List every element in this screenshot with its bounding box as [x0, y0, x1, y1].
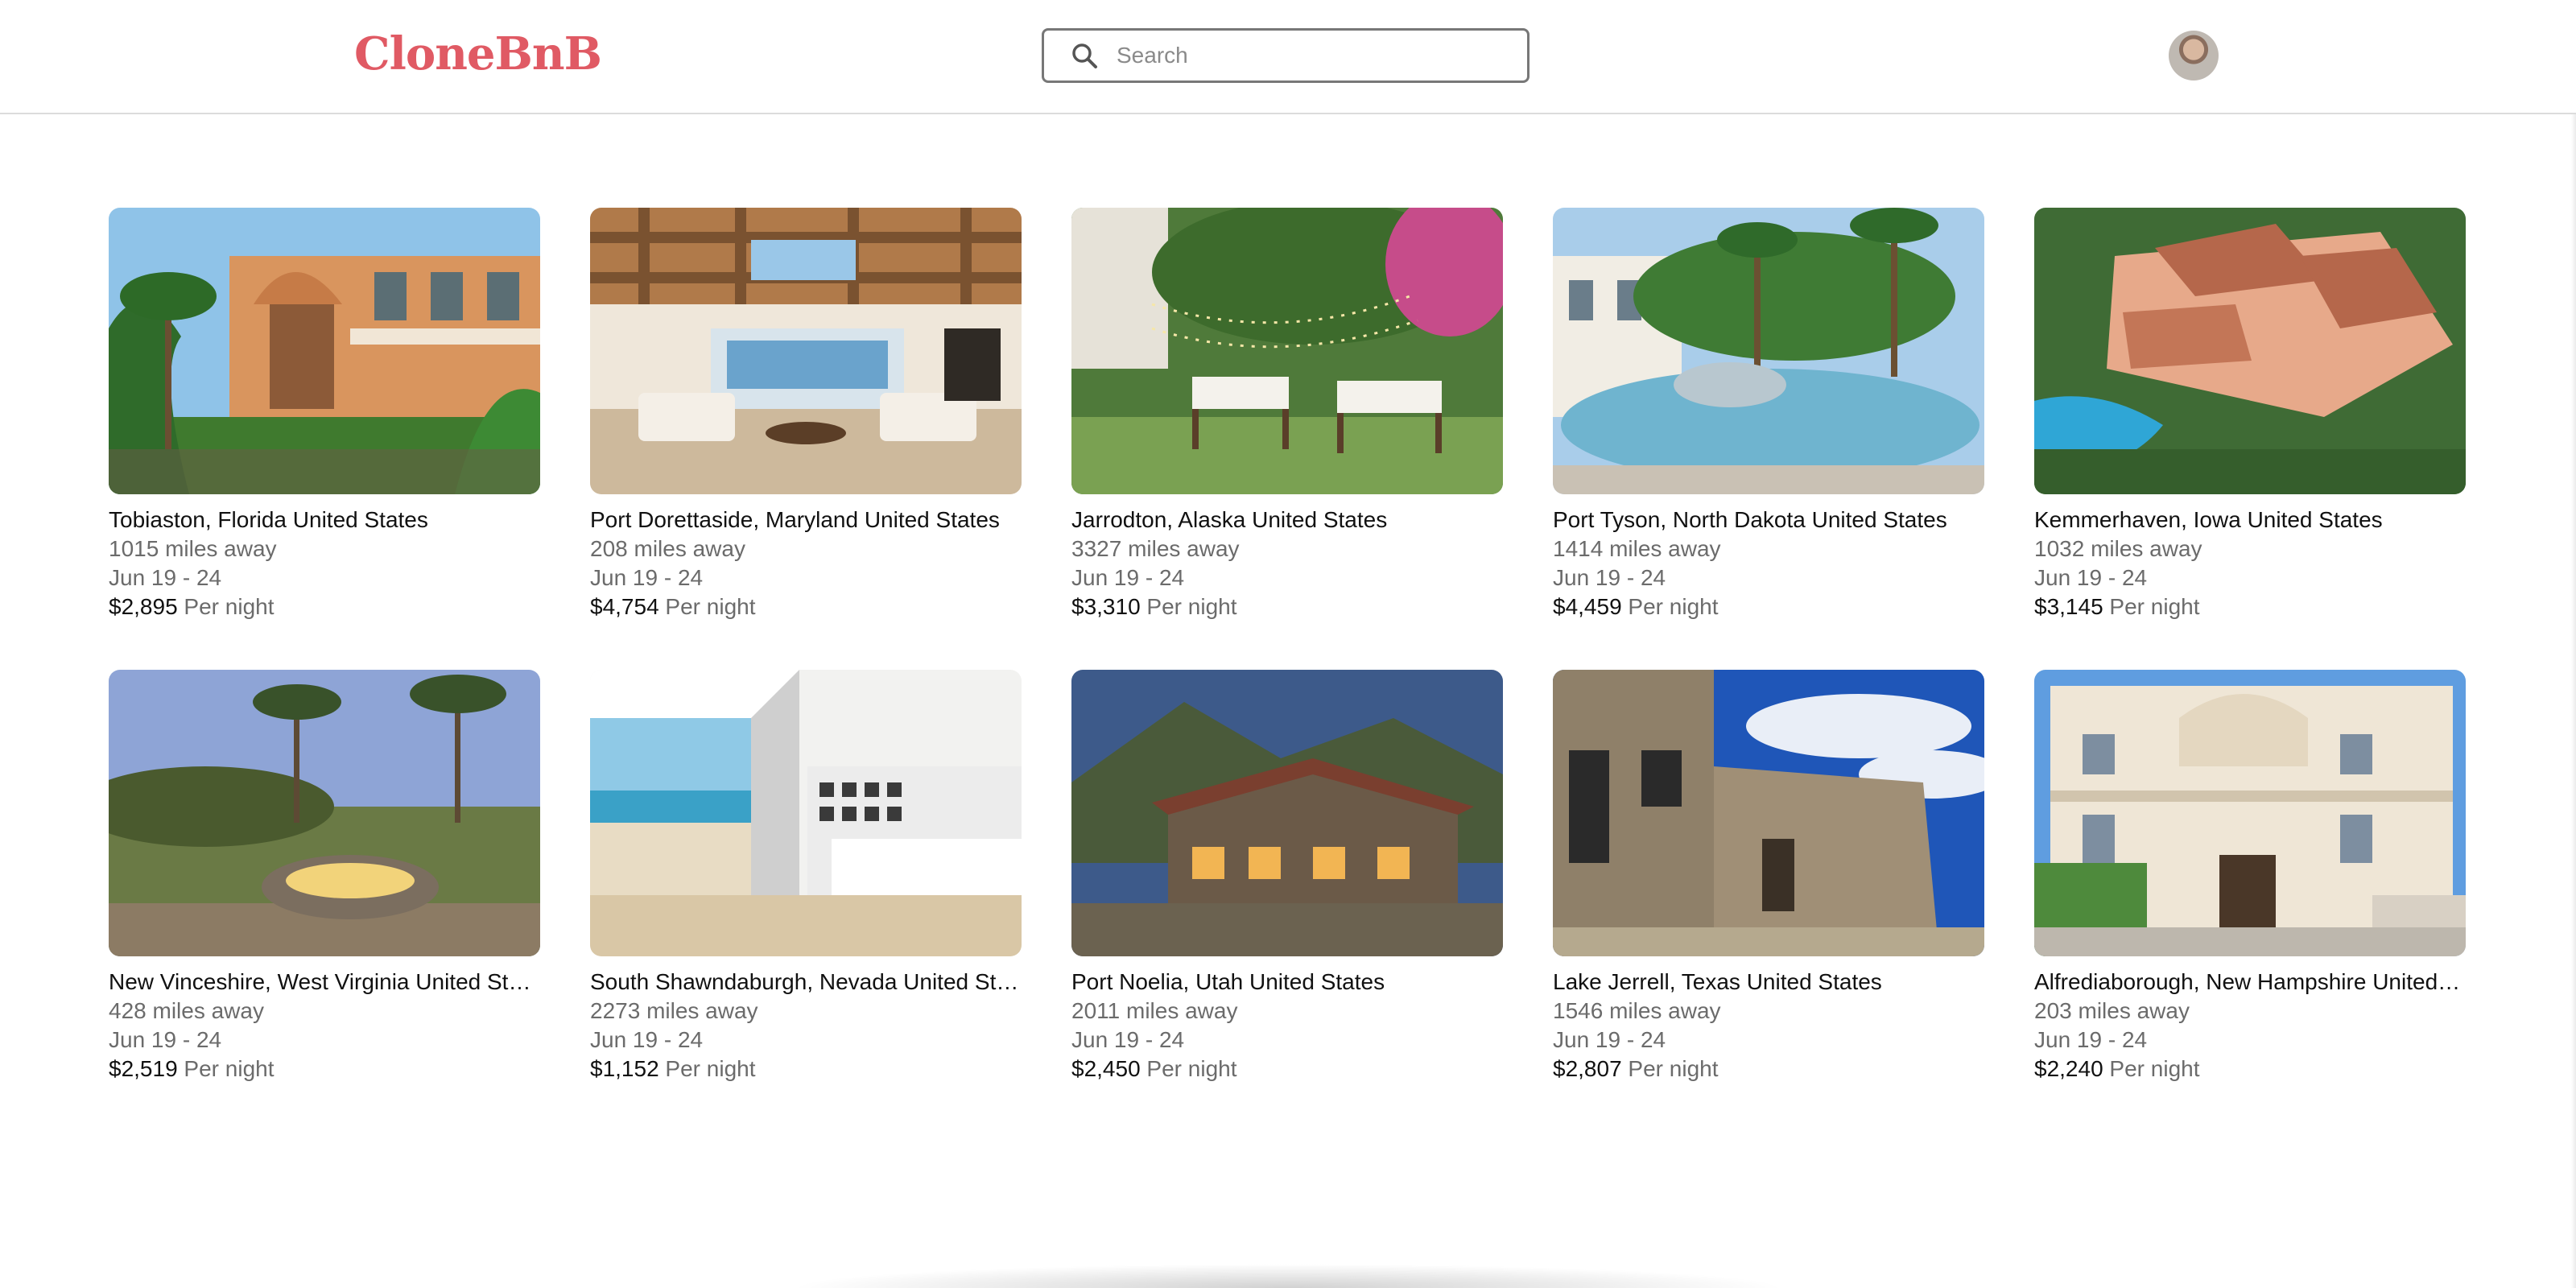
listing-distance: 2273 miles away	[590, 998, 758, 1023]
listing-card[interactable]: Port Tyson, North Dakota United States 1…	[1553, 208, 1984, 623]
listing-card[interactable]: Tobiaston, Florida United States 1015 mi…	[109, 208, 540, 623]
listing-card[interactable]: Jarrodton, Alaska United States 3327 mil…	[1071, 208, 1503, 623]
listing-photo[interactable]	[109, 208, 540, 494]
listing-price-unit: Per night	[665, 1056, 756, 1081]
listing-distance: 2011 miles away	[1071, 998, 1238, 1023]
listing-grid: Tobiaston, Florida United States 1015 mi…	[109, 208, 2466, 1085]
listing-photo[interactable]	[590, 208, 1022, 494]
listing-price-unit: Per night	[1628, 594, 1719, 619]
listing-photo[interactable]	[109, 670, 540, 956]
listing-dates: Jun 19 - 24	[2034, 1027, 2148, 1052]
listing-distance: 1015 miles away	[109, 536, 277, 561]
listing-distance: 1032 miles away	[2034, 536, 2202, 561]
listing-price-unit: Per night	[665, 594, 756, 619]
listing-location: Jarrodton, Alaska United States	[1071, 507, 1388, 532]
listing-price: $2,807	[1553, 1056, 1622, 1081]
listing-price-unit: Per night	[2109, 594, 2200, 619]
listing-photo[interactable]	[1553, 670, 1984, 956]
listing-distance: 1546 miles away	[1553, 998, 1721, 1023]
listing-price-line: $4,459 Per night	[1553, 592, 1984, 621]
listing-card[interactable]: Port Noelia, Utah United States 2011 mil…	[1071, 670, 1503, 1085]
listing-dates: Jun 19 - 24	[1553, 1027, 1666, 1052]
listing-price-line: $2,807 Per night	[1553, 1055, 1984, 1084]
listing-price-unit: Per night	[1146, 1056, 1237, 1081]
app-logo[interactable]: CloneBnB	[354, 27, 602, 80]
listing-photo[interactable]	[1553, 208, 1984, 494]
listing-dates: Jun 19 - 24	[109, 565, 222, 590]
listing-price: $2,450	[1071, 1056, 1141, 1081]
listing-card[interactable]: Alfrediaborough, New Hampshire United St…	[2034, 670, 2466, 1085]
listing-price: $1,152	[590, 1056, 659, 1081]
listing-location: Tobiaston, Florida United States	[109, 507, 428, 532]
listing-distance: 1414 miles away	[1553, 536, 1721, 561]
user-avatar[interactable]	[2169, 31, 2219, 80]
listing-photo[interactable]	[1071, 208, 1503, 494]
listing-price-unit: Per night	[184, 594, 275, 619]
listing-price-line: $2,519 Per night	[109, 1055, 540, 1084]
listing-price-line: $2,895 Per night	[109, 592, 540, 621]
listing-card[interactable]: Port Dorettaside, Maryland United States…	[590, 208, 1022, 623]
listing-distance: 428 miles away	[109, 998, 264, 1023]
listing-location: Port Noelia, Utah United States	[1071, 969, 1385, 994]
listing-distance: 3327 miles away	[1071, 536, 1240, 561]
listing-price-line: $1,152 Per night	[590, 1055, 1022, 1084]
listing-price-line: $3,145 Per night	[2034, 592, 2466, 621]
listing-price-unit: Per night	[184, 1056, 275, 1081]
listing-distance: 203 miles away	[2034, 998, 2190, 1023]
listing-dates: Jun 19 - 24	[1071, 1027, 1185, 1052]
listing-price-line: $2,240 Per night	[2034, 1055, 2466, 1084]
listing-price: $2,240	[2034, 1056, 2103, 1081]
listing-dates: Jun 19 - 24	[1071, 565, 1185, 590]
top-nav: CloneBnB	[0, 0, 2576, 114]
listing-dates: Jun 19 - 24	[2034, 565, 2148, 590]
listing-price-line: $3,310 Per night	[1071, 592, 1503, 621]
scroll-edge	[2571, 114, 2576, 1288]
search-icon	[1060, 31, 1108, 80]
listing-price-line: $2,450 Per night	[1071, 1055, 1503, 1084]
listing-location: Port Tyson, North Dakota United States	[1553, 507, 1947, 532]
listing-card[interactable]: Kemmerhaven, Iowa United States 1032 mil…	[2034, 208, 2466, 623]
listing-location: Port Dorettaside, Maryland United States	[590, 507, 1000, 532]
listing-photo[interactable]	[590, 670, 1022, 956]
listing-distance: 208 miles away	[590, 536, 745, 561]
listing-price-unit: Per night	[1146, 594, 1237, 619]
listing-location: Kemmerhaven, Iowa United States	[2034, 507, 2383, 532]
listing-price: $4,459	[1553, 594, 1622, 619]
listing-photo[interactable]	[1071, 670, 1503, 956]
listing-dates: Jun 19 - 24	[590, 1027, 704, 1052]
listing-dates: Jun 19 - 24	[109, 1027, 222, 1052]
listing-dates: Jun 19 - 24	[1553, 565, 1666, 590]
listing-price-line: $4,754 Per night	[590, 592, 1022, 621]
listing-price: $2,895	[109, 594, 178, 619]
listing-card[interactable]: New Vinceshire, West Virginia United Sta…	[109, 670, 540, 1085]
listing-location: New Vinceshire, West Virginia United Sta…	[109, 969, 540, 994]
listing-photo[interactable]	[2034, 670, 2466, 956]
listing-card[interactable]: Lake Jerrell, Texas United States 1546 m…	[1553, 670, 1984, 1085]
listing-location: South Shawndaburgh, Nevada United States	[590, 969, 1022, 994]
listing-location: Lake Jerrell, Texas United States	[1553, 969, 1882, 994]
listing-price-unit: Per night	[2109, 1056, 2200, 1081]
listing-card[interactable]: South Shawndaburgh, Nevada United States…	[590, 670, 1022, 1085]
search-bar[interactable]	[1042, 28, 1530, 83]
listing-price-unit: Per night	[1628, 1056, 1719, 1081]
bottom-shadow	[789, 1264, 1787, 1288]
listing-price: $3,310	[1071, 594, 1141, 619]
listing-dates: Jun 19 - 24	[590, 565, 704, 590]
listing-price: $2,519	[109, 1056, 178, 1081]
search-input[interactable]	[1115, 32, 1527, 79]
listing-price: $4,754	[590, 594, 659, 619]
listing-photo[interactable]	[2034, 208, 2466, 494]
listing-price: $3,145	[2034, 594, 2103, 619]
listing-location: Alfrediaborough, New Hampshire United St…	[2034, 969, 2466, 994]
